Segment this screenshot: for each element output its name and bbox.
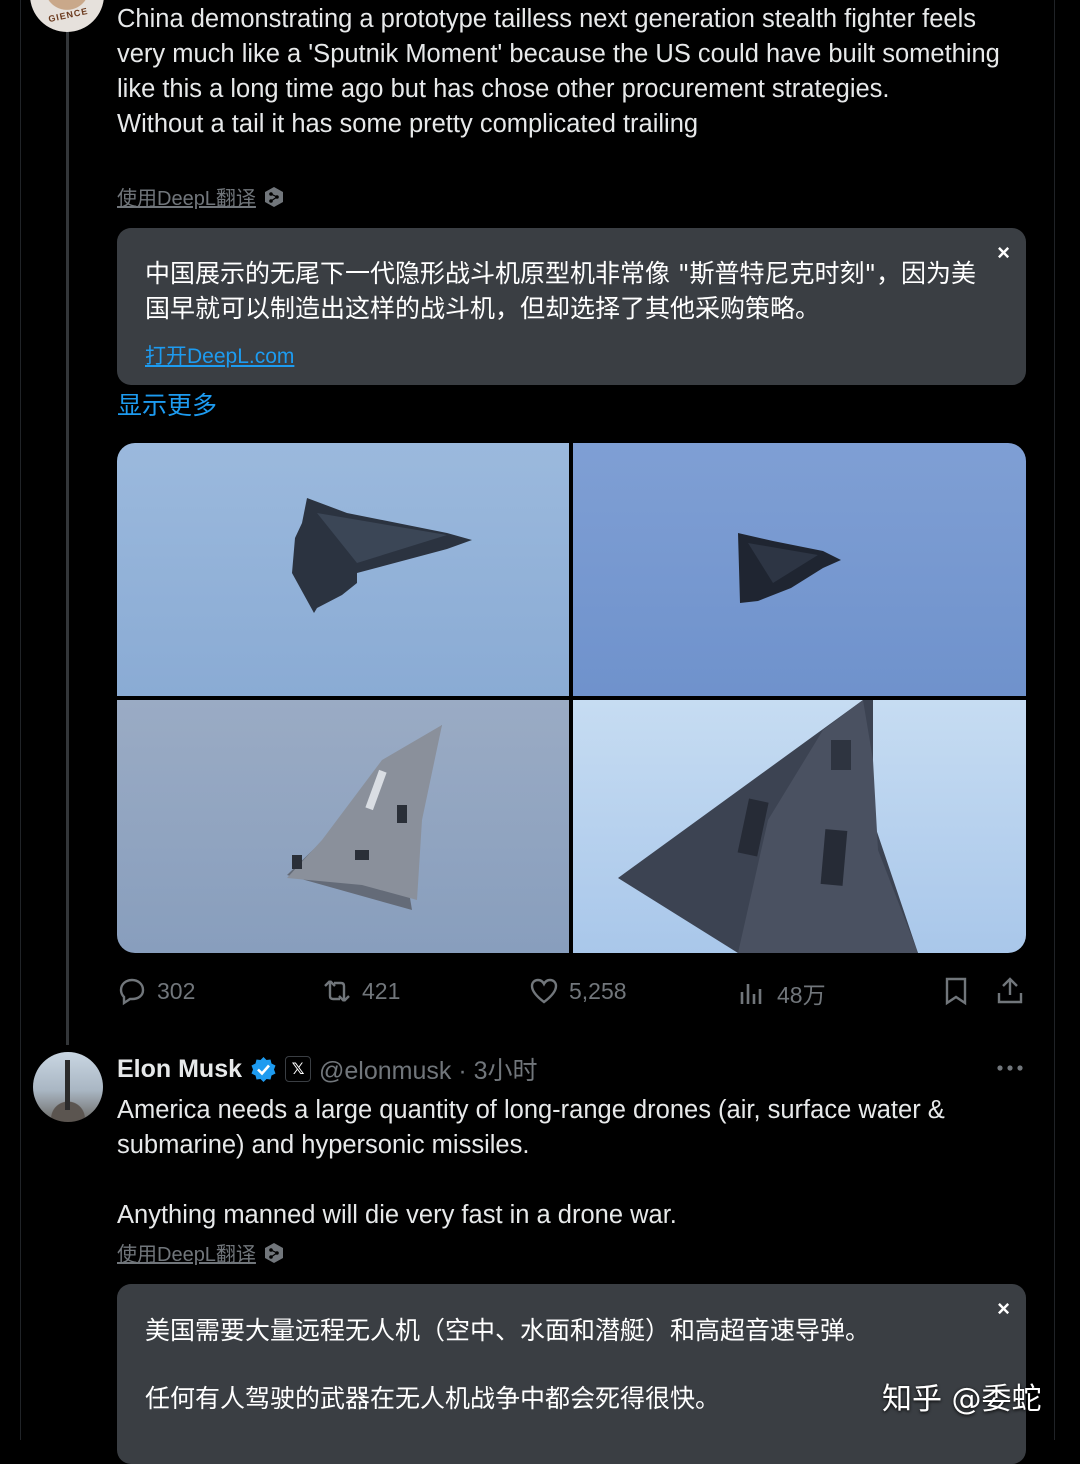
tweet-header: Elon Musk 𝕏 @elonmusk · 3小时 — [117, 1050, 538, 1088]
column-border-right — [1054, 0, 1055, 1440]
deepl-icon — [264, 186, 283, 207]
bookmark-button[interactable] — [941, 976, 971, 1006]
tweet-text: China demonstrating a prototype tailless… — [117, 5, 1000, 138]
share-button[interactable] — [995, 976, 1025, 1006]
tweet-text: America needs a large quantity of long-r… — [117, 1096, 945, 1229]
media-image-3[interactable] — [117, 700, 569, 953]
media-image-2[interactable] — [573, 443, 1026, 696]
bookmark-icon — [945, 977, 967, 1006]
open-deepl-link[interactable]: 打开DeepL.com — [145, 340, 294, 370]
aircraft-image — [738, 533, 841, 603]
verified-badge-icon — [251, 1056, 276, 1082]
translate-label: 使用DeepL翻译 — [117, 1244, 256, 1266]
zhihu-watermark: 知乎 @委蛇 — [882, 1382, 1042, 1417]
close-icon[interactable]: × — [997, 1296, 1010, 1322]
heart-icon — [530, 978, 558, 1004]
media-image-1[interactable] — [117, 443, 569, 696]
aircraft-image — [292, 498, 472, 613]
views-button[interactable]: 48万 — [737, 976, 826, 1010]
like-button[interactable]: 5,258 — [529, 976, 627, 1006]
repost-icon — [324, 980, 350, 1002]
translation-text: 美国需要大量远程无人机（空中、水面和潜艇）和高超音速导弹。 任何有人驾驶的武器在… — [145, 1316, 871, 1413]
tweet-actions: 302 421 5,258 48万 — [117, 976, 1026, 1012]
translate-link[interactable]: 使用DeepL翻译 — [117, 1238, 284, 1267]
display-name[interactable]: Elon Musk — [117, 1055, 242, 1084]
thread-connector-line — [66, 30, 69, 1045]
show-more-link[interactable]: 显示更多 — [117, 386, 217, 422]
reply-count: 302 — [157, 977, 196, 1004]
avatar[interactable]: GIENCE — [30, 0, 104, 32]
avatar[interactable] — [33, 1052, 103, 1122]
reply-button[interactable]: 302 — [117, 976, 195, 1006]
avatar-shirt-print: GIENCE — [47, 5, 90, 25]
translation-box: 中国展示的无尾下一代隐形战斗机原型机非常像 "斯普特尼克时刻"，因为美国早就可以… — [117, 228, 1026, 385]
views-icon — [740, 984, 762, 1004]
share-icon — [997, 977, 1023, 1004]
aircraft-image — [618, 700, 918, 953]
rocket-image — [65, 1060, 70, 1110]
close-icon[interactable]: × — [997, 240, 1010, 266]
column-border-left — [20, 0, 21, 1440]
translate-link[interactable]: 使用DeepL翻译 — [117, 182, 284, 211]
aircraft-image — [287, 725, 442, 910]
translation-text: 中国展示的无尾下一代隐形战斗机原型机非常像 "斯普特尼克时刻"，因为美国早就可以… — [145, 259, 976, 323]
handle-and-time[interactable]: @elonmusk · 3小时 — [319, 1051, 538, 1087]
translate-label: 使用DeepL翻译 — [117, 188, 256, 210]
repost-count: 421 — [362, 977, 401, 1004]
media-grid — [117, 443, 1026, 953]
views-count: 48万 — [777, 982, 826, 1008]
x-affiliate-icon: 𝕏 — [285, 1056, 312, 1082]
deepl-icon — [264, 1242, 283, 1263]
repost-button[interactable]: 421 — [322, 976, 400, 1006]
reply-icon — [119, 978, 145, 1006]
more-options-icon[interactable] — [996, 1058, 1024, 1078]
media-image-4[interactable] — [573, 700, 1026, 953]
like-count: 5,258 — [569, 977, 627, 1004]
